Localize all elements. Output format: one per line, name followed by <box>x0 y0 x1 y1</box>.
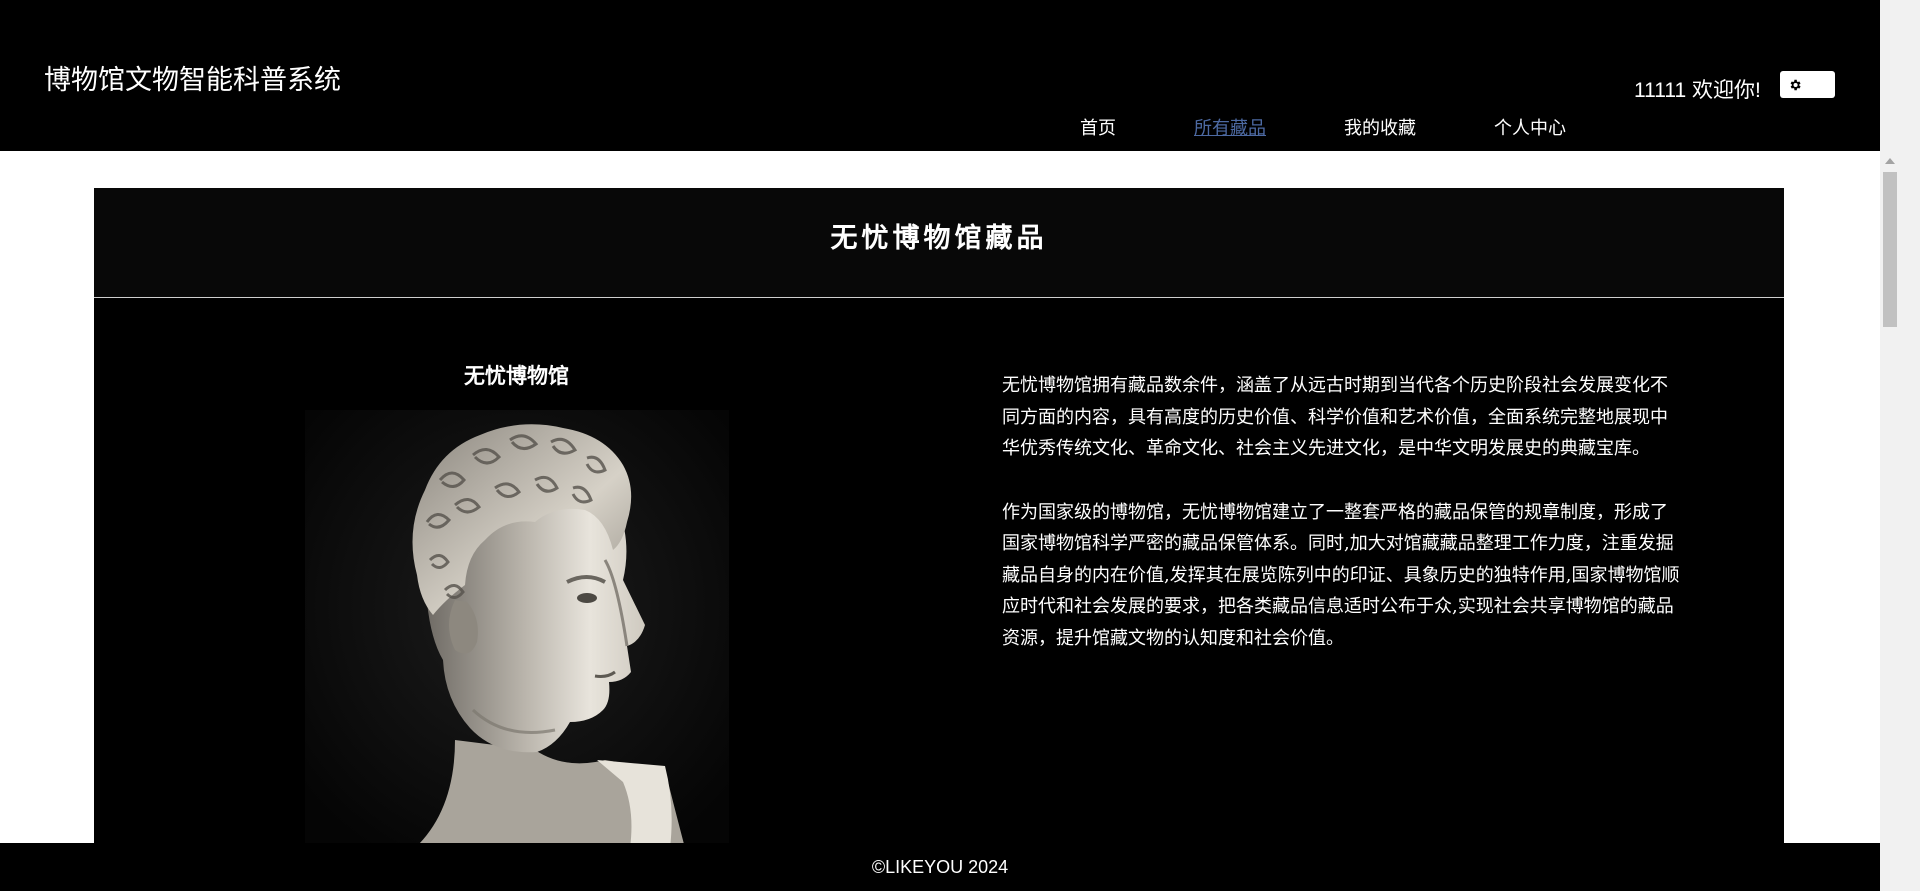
nav-my-favorites[interactable]: 我的收藏 <box>1344 114 1416 140</box>
description-paragraph-2: 作为国家级的博物馆，无忧博物馆建立了一整套严格的藏品保管的规章制度，形成了国家博… <box>1002 501 1680 649</box>
page: 博物馆文物智能科普系统 11111 欢迎你! 首页 所有藏品 我的收藏 个人中心… <box>0 0 1920 891</box>
david-bust-icon <box>305 410 729 848</box>
collection-panel: 无忧博物馆藏品 无忧博物馆 无忧博物馆拥有藏品数余件，涵盖了从远古时期到当代各个… <box>94 188 1784 848</box>
gear-icon <box>1790 79 1801 90</box>
scroll-up-arrow-icon[interactable] <box>1885 158 1895 164</box>
museum-description: 无忧博物馆拥有藏品数余件，涵盖了从远古时期到当代各个历史阶段社会发展变化不同方面… <box>1002 370 1682 686</box>
footer: ©LIKEYOU 2024 <box>0 843 1880 891</box>
top-header: 博物馆文物智能科普系统 11111 欢迎你! 首页 所有藏品 我的收藏 个人中心 <box>0 0 1880 151</box>
page-scrollbar[interactable] <box>1880 0 1900 891</box>
nav-home[interactable]: 首页 <box>1080 114 1116 140</box>
site-title[interactable]: 博物馆文物智能科普系统 <box>44 58 341 97</box>
sculpture-image <box>305 410 729 848</box>
settings-button[interactable] <box>1780 71 1835 98</box>
window-edge <box>1900 0 1920 891</box>
nav-personal-center[interactable]: 个人中心 <box>1494 114 1566 140</box>
scrollbar-thumb[interactable] <box>1883 172 1897 327</box>
nav-all-collections[interactable]: 所有藏品 <box>1194 114 1266 140</box>
museum-name: 无忧博物馆 <box>464 363 569 388</box>
main-nav: 首页 所有藏品 我的收藏 个人中心 <box>1080 114 1644 140</box>
description-paragraph-1: 无忧博物馆拥有藏品数余件，涵盖了从远古时期到当代各个历史阶段社会发展变化不同方面… <box>1002 375 1668 459</box>
welcome-text: 11111 欢迎你! <box>1634 79 1761 102</box>
copyright-text: ©LIKEYOU 2024 <box>871 857 1009 877</box>
panel-title: 无忧博物馆藏品 <box>830 223 1048 254</box>
panel-header: 无忧博物馆藏品 <box>94 188 1784 298</box>
